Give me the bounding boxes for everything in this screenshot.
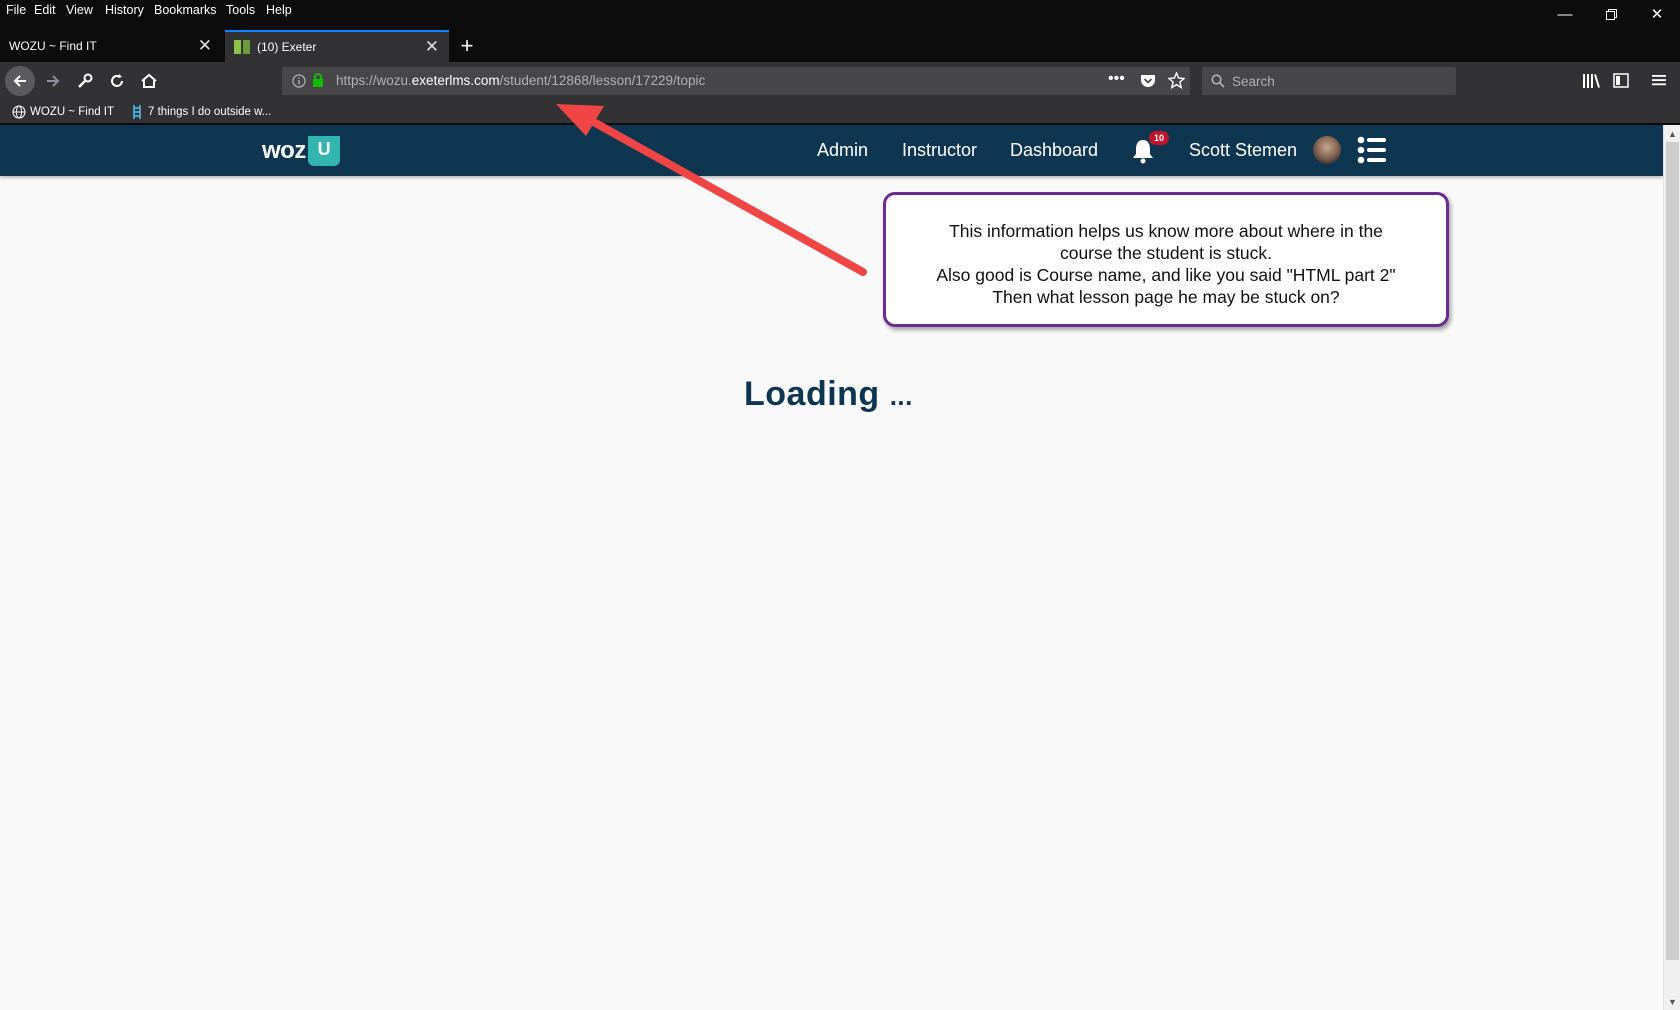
back-arrow-icon bbox=[13, 75, 26, 87]
bookmark-star-icon[interactable] bbox=[1168, 72, 1185, 89]
info-icon[interactable] bbox=[292, 74, 306, 88]
annotation-line: course the student is stuck. bbox=[1059, 243, 1273, 263]
wozu-logo[interactable]: woz U bbox=[262, 136, 340, 166]
hamburger-menu-icon[interactable] bbox=[1652, 73, 1666, 87]
site-header: woz U Admin Instructor Dashboard 10 Scot… bbox=[0, 125, 1663, 176]
annotation-line: This information helps us know more abou… bbox=[949, 221, 1383, 241]
wrench-icon bbox=[78, 73, 93, 88]
search-icon bbox=[1211, 74, 1225, 88]
minimize-icon[interactable]: — bbox=[1542, 0, 1588, 28]
sidebar-toggle-icon[interactable] bbox=[1613, 73, 1629, 88]
url-prefix: https://wozu. bbox=[336, 73, 412, 88]
tab-close-icon[interactable]: ✕ bbox=[198, 36, 212, 56]
page-actions-icon[interactable]: ••• bbox=[1108, 70, 1125, 88]
navigation-toolbar: https://wozu.exeterlms.com/student/12868… bbox=[0, 62, 1680, 100]
home-button[interactable] bbox=[134, 66, 164, 96]
menu-bookmarks[interactable]: Bookmarks bbox=[154, 3, 217, 17]
url-path: /student/12868/lesson/17229/topic bbox=[499, 73, 706, 88]
logo-text: woz bbox=[262, 137, 306, 164]
lock-icon[interactable] bbox=[312, 73, 324, 88]
scroll-thumb[interactable] bbox=[1666, 142, 1679, 960]
nav-link-instructor[interactable]: Instructor bbox=[902, 140, 977, 161]
tab-title: (10) Exeter bbox=[257, 40, 317, 54]
tab-close-icon[interactable]: ✕ bbox=[425, 37, 439, 57]
page-scrollbar[interactable]: ▲ ▼ bbox=[1663, 125, 1680, 1010]
tab-title: WOZU ~ Find IT bbox=[9, 39, 97, 53]
bookmark-label: WOZU ~ Find IT bbox=[30, 106, 115, 118]
tab-wozu-find-it[interactable]: WOZU ~ Find IT ✕ bbox=[0, 30, 222, 62]
reload-icon bbox=[111, 74, 123, 87]
search-placeholder: Search bbox=[1232, 74, 1275, 89]
menu-history[interactable]: History bbox=[105, 3, 144, 17]
forward-button[interactable] bbox=[38, 66, 68, 96]
logo-u-badge: U bbox=[307, 136, 340, 166]
home-icon bbox=[141, 73, 157, 88]
annotation-callout: This information helps us know more abou… bbox=[883, 192, 1449, 327]
search-input[interactable]: Search bbox=[1202, 67, 1456, 95]
bookmark-label: 7 things I do outside w... bbox=[148, 106, 272, 118]
address-bar[interactable]: https://wozu.exeterlms.com/student/12868… bbox=[282, 67, 1190, 95]
notification-count-badge: 10 bbox=[1149, 131, 1169, 145]
new-tab-button[interactable]: + bbox=[456, 30, 478, 62]
forward-arrow-icon bbox=[47, 75, 60, 87]
bookmark-7-things[interactable]: 7 things I do outside w... bbox=[132, 105, 271, 119]
bookmarks-toolbar: WOZU ~ Find IT 7 things I do outside w..… bbox=[0, 100, 1680, 124]
nav-link-admin[interactable]: Admin bbox=[817, 140, 868, 161]
reload-button[interactable] bbox=[102, 66, 132, 96]
customize-button[interactable] bbox=[70, 66, 100, 96]
menu-view[interactable]: View bbox=[66, 3, 93, 17]
menu-tools[interactable]: Tools bbox=[226, 3, 255, 17]
globe-icon bbox=[12, 105, 26, 119]
list-menu-icon[interactable] bbox=[1357, 135, 1387, 165]
close-window-icon[interactable]: ✕ bbox=[1634, 0, 1680, 28]
loading-text: Loading bbox=[744, 375, 880, 413]
user-name[interactable]: Scott Stemen bbox=[1189, 140, 1297, 161]
user-avatar[interactable] bbox=[1313, 136, 1341, 164]
bookmark-wozu-find-it[interactable]: WOZU ~ Find IT bbox=[12, 105, 114, 119]
loading-indicator: Loading... bbox=[744, 375, 913, 414]
loading-dots: ... bbox=[889, 381, 913, 411]
restore-icon[interactable] bbox=[1588, 0, 1634, 28]
menu-file[interactable]: File bbox=[6, 3, 26, 17]
annotation-line: Also good is Course name, and like you s… bbox=[936, 265, 1396, 285]
ladder-icon bbox=[133, 105, 141, 119]
menu-edit[interactable]: Edit bbox=[34, 3, 56, 17]
scroll-up-arrow-icon[interactable]: ▲ bbox=[1664, 125, 1680, 142]
exeter-favicon-icon bbox=[234, 40, 250, 54]
library-icon[interactable] bbox=[1582, 73, 1600, 89]
tab-bar: WOZU ~ Find IT ✕ (10) Exeter ✕ bbox=[0, 30, 1680, 62]
annotation-line: Then what lesson page he may be stuck on… bbox=[992, 287, 1340, 307]
tab-exeter[interactable]: (10) Exeter ✕ bbox=[225, 30, 449, 62]
pocket-icon[interactable] bbox=[1140, 73, 1156, 89]
menu-bar: File Edit View History Bookmarks Tools H… bbox=[0, 0, 1680, 22]
url-text[interactable]: https://wozu.exeterlms.com/student/12868… bbox=[336, 73, 705, 88]
back-button[interactable] bbox=[5, 66, 35, 96]
url-domain: exeterlms.com bbox=[411, 73, 500, 88]
nav-link-dashboard[interactable]: Dashboard bbox=[1010, 140, 1098, 161]
page-viewport: woz U Admin Instructor Dashboard 10 Scot… bbox=[0, 125, 1663, 1010]
scroll-down-arrow-icon[interactable]: ▼ bbox=[1664, 993, 1680, 1010]
menu-help[interactable]: Help bbox=[266, 3, 292, 17]
